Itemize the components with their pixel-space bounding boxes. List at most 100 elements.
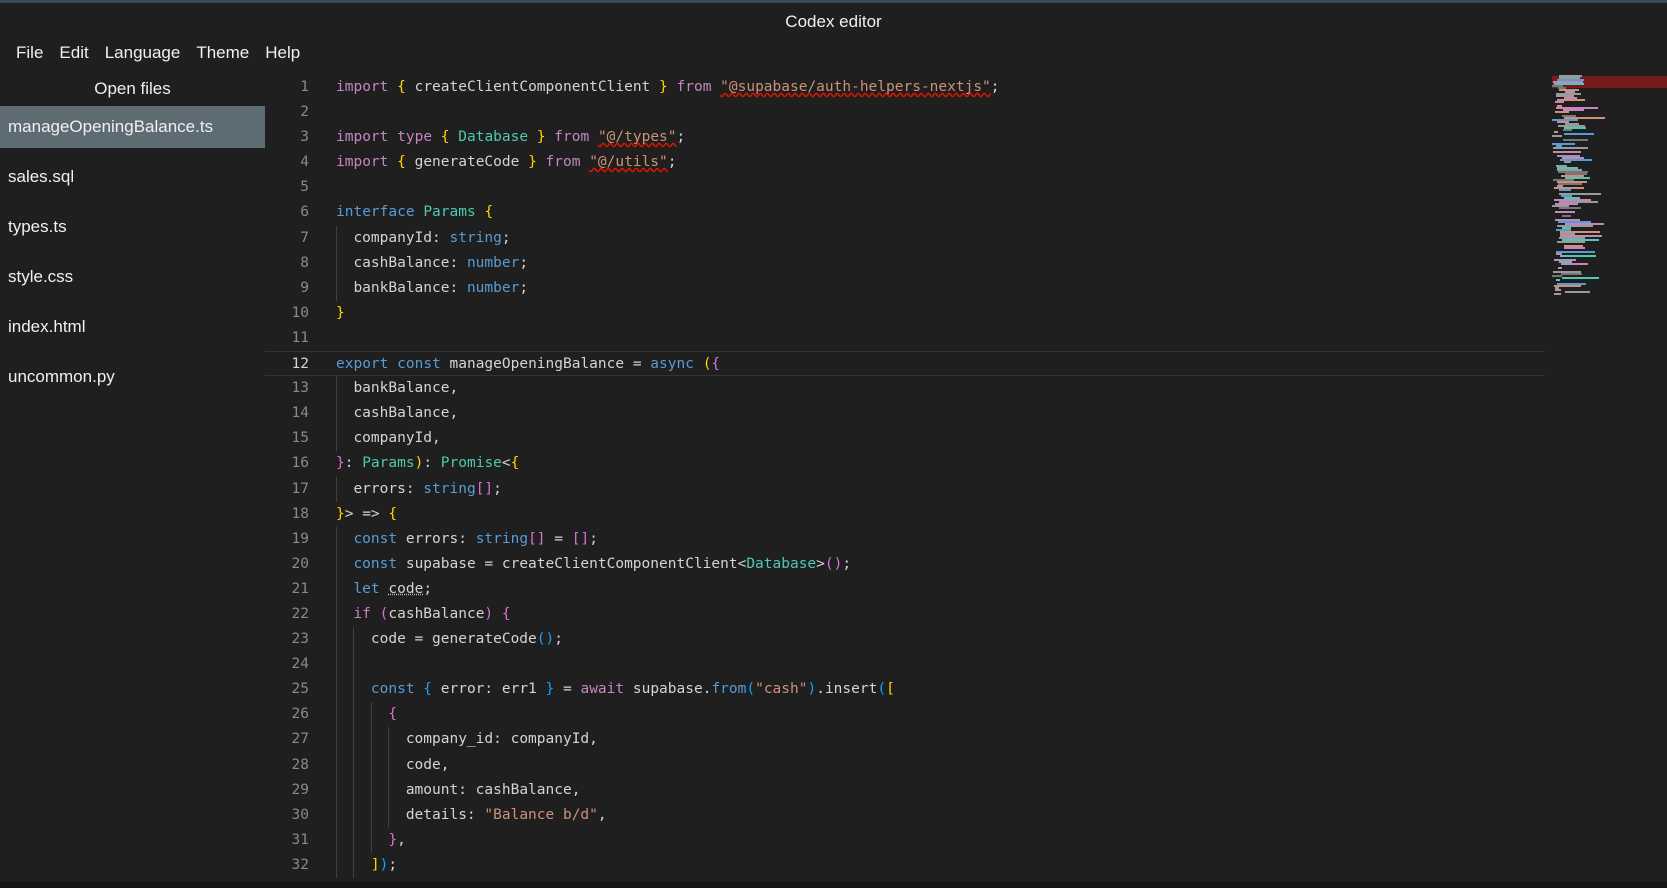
indent-guide bbox=[336, 476, 337, 502]
indent-guide bbox=[336, 376, 337, 402]
code-token: { bbox=[440, 129, 450, 146]
code-token: "cash" bbox=[755, 681, 808, 698]
code-line[interactable]: 2 bbox=[265, 100, 1545, 125]
indent-guide bbox=[370, 702, 372, 728]
code-line[interactable]: 13 bankBalance, bbox=[265, 376, 1545, 402]
file-item-manageopeningbalance[interactable]: manageOpeningBalance.ts bbox=[0, 106, 265, 148]
line-number: 24 bbox=[291, 656, 309, 673]
code-token: generateCode bbox=[405, 154, 529, 171]
code-line[interactable]: 8 cashBalance: number; bbox=[265, 250, 1545, 276]
code-line[interactable]: 11 bbox=[265, 326, 1545, 351]
code-line[interactable]: 15 companyId, bbox=[265, 426, 1545, 452]
code-token: { bbox=[510, 455, 520, 472]
menu-help[interactable]: Help bbox=[257, 38, 308, 68]
minimap-line bbox=[1554, 131, 1558, 133]
code-token: = bbox=[545, 530, 572, 547]
line-number: 15 bbox=[291, 430, 309, 447]
code-token: details: bbox=[405, 806, 485, 823]
menu-theme[interactable]: Theme bbox=[188, 38, 257, 68]
code-line[interactable]: 24 bbox=[265, 652, 1545, 678]
code-text: }> => { bbox=[336, 502, 397, 527]
code-line[interactable]: 17 errors: string[]; bbox=[265, 476, 1545, 502]
code-text: import type { Database } from "@/types"; bbox=[336, 125, 685, 150]
code-line[interactable]: 18}> => { bbox=[265, 502, 1545, 527]
code-line[interactable]: 1 import { createClientComponentClient } … bbox=[265, 75, 1545, 100]
code-text: companyId, bbox=[353, 426, 440, 451]
code-line[interactable]: 20 const supabase = createClientComponent… bbox=[265, 551, 1545, 577]
indent-guide bbox=[353, 777, 355, 803]
code-token: bankBalance, bbox=[353, 380, 459, 397]
code-line[interactable]: 21 let code; bbox=[265, 576, 1545, 602]
code-line[interactable]: 14 cashBalance, bbox=[265, 401, 1545, 427]
code-text: company_id: companyId, bbox=[406, 727, 598, 752]
code-line[interactable]: 28 code, bbox=[265, 752, 1545, 778]
file-item-types-ts[interactable]: types.ts bbox=[0, 206, 265, 248]
code-line[interactable]: 4 import { generateCode } from "@/utils"; bbox=[265, 150, 1545, 175]
code-token: } bbox=[536, 129, 546, 146]
file-item-index-html[interactable]: index.html bbox=[0, 306, 265, 348]
code-line[interactable]: 16}: Params): Promise<{ bbox=[265, 451, 1545, 476]
code-token: Database bbox=[746, 555, 817, 572]
indent-guide bbox=[370, 727, 372, 753]
code-line[interactable]: 9 bankBalance: number; bbox=[265, 275, 1545, 301]
code-token: { bbox=[397, 79, 406, 95]
code-line[interactable]: 10} bbox=[265, 301, 1545, 326]
code-line[interactable]: 5 bbox=[265, 175, 1545, 200]
indent-guide bbox=[336, 627, 337, 653]
indent-guide bbox=[336, 250, 337, 276]
code-editor[interactable]: 1 import { createClientComponentClient } … bbox=[265, 75, 1545, 888]
code-token: ; bbox=[842, 555, 852, 572]
code-line[interactable]: 25 const { error: err1 } = await supabase… bbox=[265, 677, 1545, 703]
file-item-sales-sql[interactable]: sales.sql bbox=[0, 156, 265, 198]
code-line[interactable]: 29 amount: cashBalance, bbox=[265, 777, 1545, 803]
code-line[interactable]: 32]); bbox=[265, 852, 1545, 878]
code-token: interface bbox=[336, 204, 415, 221]
minimap-line bbox=[1558, 267, 1562, 269]
menu-file[interactable]: File bbox=[8, 38, 51, 68]
code-token: string bbox=[423, 480, 476, 497]
code-token: from bbox=[554, 129, 590, 146]
code-line[interactable]: 23 code = generateCode(); bbox=[265, 627, 1545, 653]
code-line[interactable]: 19 const errors: string[] = []; bbox=[265, 526, 1545, 552]
code-token: Params bbox=[362, 455, 415, 472]
code-line[interactable]: 3 import type { Database } from "@/types"… bbox=[265, 125, 1545, 150]
code-token: [ bbox=[886, 681, 895, 698]
minimap[interactable] bbox=[1552, 75, 1667, 300]
minimap-line bbox=[1564, 247, 1585, 249]
menu-language[interactable]: Language bbox=[97, 38, 189, 68]
menu-edit[interactable]: Edit bbox=[51, 38, 96, 68]
code-line[interactable]: 26 { bbox=[265, 702, 1545, 728]
code-token: } bbox=[388, 831, 398, 848]
code-line[interactable]: 22 if (cashBalance) { bbox=[265, 601, 1545, 628]
file-item-uncommon-py[interactable]: uncommon.py bbox=[0, 356, 265, 398]
code-token: import bbox=[336, 79, 389, 95]
minimap-line bbox=[1556, 279, 1560, 281]
code-text: } bbox=[336, 301, 345, 326]
code-line[interactable]: 27 company_id: companyId, bbox=[265, 727, 1545, 753]
code-token: ; bbox=[423, 580, 433, 597]
code-line[interactable]: 30 details: "Balance b/d", bbox=[265, 802, 1545, 828]
code-token: error: err1 bbox=[432, 681, 546, 698]
code-token: { bbox=[423, 681, 433, 698]
line-number: 8 bbox=[300, 254, 309, 271]
line-number: 9 bbox=[300, 279, 309, 296]
code-token: string bbox=[475, 530, 529, 547]
code-text: interface Params { bbox=[336, 200, 493, 225]
code-token: number bbox=[466, 254, 520, 271]
indent-guide bbox=[336, 526, 337, 552]
code-text: bankBalance: number; bbox=[353, 276, 528, 301]
code-line[interactable]: 31}, bbox=[265, 827, 1545, 853]
minimap-line bbox=[1553, 147, 1588, 149]
line-number: 28 bbox=[291, 756, 309, 773]
file-item-style-css[interactable]: style.css bbox=[0, 256, 265, 298]
indent-guide bbox=[353, 652, 355, 678]
code-token: ; bbox=[501, 229, 511, 246]
code-line[interactable]: 7 companyId: string; bbox=[265, 225, 1545, 251]
line-number: 25 bbox=[291, 681, 309, 698]
code-line[interactable]: 12 export const manageOpeningBalance = as… bbox=[265, 351, 1545, 377]
code-line[interactable]: 6 interface Params { bbox=[265, 200, 1545, 225]
indent-guide bbox=[370, 752, 372, 778]
line-number: 3 bbox=[300, 129, 309, 146]
